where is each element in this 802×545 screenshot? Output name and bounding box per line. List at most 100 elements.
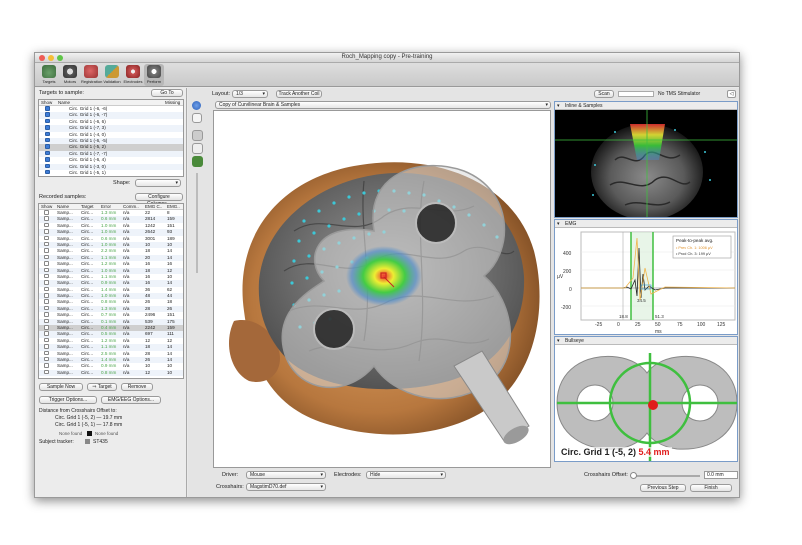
sample-now-button[interactable]: Sample Now xyxy=(39,383,83,391)
sample-show-checkbox[interactable] xyxy=(44,318,49,324)
target-show-checkbox[interactable] xyxy=(45,163,50,169)
configure-columns-button[interactable]: Configure Columns... xyxy=(135,193,183,207)
toolbar-registration-button[interactable]: Registration xyxy=(81,64,102,86)
sample-show-checkbox[interactable] xyxy=(44,337,49,343)
y-tick: 200 xyxy=(563,269,572,275)
target-button[interactable]: ⇒ Target xyxy=(87,383,117,391)
sample-show-checkbox[interactable] xyxy=(44,254,49,260)
mri-slice xyxy=(555,110,737,217)
layout-select[interactable]: 1/3 xyxy=(232,90,268,98)
sample-show-checkbox[interactable] xyxy=(44,299,49,304)
sample-show-checkbox[interactable] xyxy=(44,369,49,375)
sample-show-checkbox[interactable] xyxy=(44,261,49,266)
targets-list[interactable]: Show Name Missing Circ. Grid 1 (-6, -6) C… xyxy=(38,99,184,177)
sample-show-checkbox[interactable] xyxy=(44,331,49,336)
toolbar-motors-button[interactable]: Motors xyxy=(60,64,80,86)
toolbar-electrodes-button[interactable]: Electrodes xyxy=(123,64,143,86)
toolbar-label: Targets xyxy=(42,79,56,84)
marker-a-label: 18.8 xyxy=(619,314,628,319)
sample-show-checkbox[interactable] xyxy=(44,241,49,247)
sample-target: Circ... xyxy=(81,369,93,375)
sample-show-checkbox[interactable] xyxy=(44,273,49,279)
view-select[interactable]: Copy of Curvilinear Brain & Samples xyxy=(215,101,551,109)
driver-select[interactable]: Mouse xyxy=(246,471,326,479)
bullseye-panel[interactable]: ▾ Bullseye Circ. Grid 1 (-5, 2) 5.4 mm xyxy=(554,336,738,462)
target-show-checkbox[interactable] xyxy=(45,112,50,117)
sample-show-checkbox[interactable] xyxy=(44,235,49,241)
crosshairs-select[interactable]: MagstimD70.def xyxy=(246,483,326,491)
zoom-tool-icon[interactable] xyxy=(192,143,203,154)
sample-show-checkbox[interactable] xyxy=(44,248,49,253)
crosshairs-label: Crosshairs: xyxy=(216,484,244,490)
offset-slider[interactable] xyxy=(632,475,700,477)
target-row[interactable]: Circ. Grid 1 (-5, 1) xyxy=(39,169,183,176)
target-show-checkbox[interactable] xyxy=(45,131,50,137)
toolbar-targets-button[interactable]: Targets xyxy=(39,64,59,86)
sample-show-checkbox[interactable] xyxy=(44,363,49,368)
opacity-slider[interactable] xyxy=(196,173,198,273)
target-show-checkbox[interactable] xyxy=(45,157,50,162)
remove-button[interactable]: Remove xyxy=(121,383,153,391)
shape-label: Shape: xyxy=(113,180,131,186)
sample-show-checkbox[interactable] xyxy=(44,293,49,298)
target-show-checkbox[interactable] xyxy=(45,106,50,111)
goto-button[interactable]: Go To xyxy=(151,89,183,97)
brain-scene xyxy=(229,162,540,445)
inline-panel[interactable]: ▾ Inline & Samples xyxy=(554,101,738,218)
sample-show-checkbox[interactable] xyxy=(44,267,49,273)
sample-row[interactable]: Samp... Circ... 0.8 mm n/a 12 10 xyxy=(39,369,183,377)
target-show-checkbox[interactable] xyxy=(45,125,50,130)
emg-select[interactable]: EMG xyxy=(565,220,576,228)
inline-header: ▾ Inline & Samples xyxy=(555,102,737,110)
y-axis-label: µV xyxy=(557,274,564,280)
y-tick: 400 xyxy=(563,251,572,257)
registration-icon xyxy=(84,65,98,78)
x-axis-label: ms xyxy=(655,329,662,335)
sample-show-checkbox[interactable] xyxy=(44,216,49,221)
sample-show-checkbox[interactable] xyxy=(44,356,49,362)
sample-show-checkbox[interactable] xyxy=(44,325,49,330)
toolbar-label: Validation xyxy=(103,79,121,84)
samples-table[interactable]: Show Name Target Error Comm.. EMG C.. EM… xyxy=(38,203,184,379)
target-show-checkbox[interactable] xyxy=(45,137,50,143)
finish-button[interactable]: Finish xyxy=(690,484,732,492)
sample-show-checkbox[interactable] xyxy=(44,305,49,311)
sample-show-checkbox[interactable] xyxy=(44,312,49,317)
offset-slider-thumb[interactable] xyxy=(630,472,637,479)
recorded-samples-label: Recorded samples: xyxy=(39,194,87,200)
sample-show-checkbox[interactable] xyxy=(44,286,49,292)
toolbar-perform-button[interactable]: Perform xyxy=(144,64,164,86)
target-show-checkbox[interactable] xyxy=(45,150,50,156)
offset-field[interactable]: 0.0 mm xyxy=(704,471,738,479)
brain-view-icon[interactable] xyxy=(192,156,203,167)
sample-show-checkbox[interactable] xyxy=(44,344,49,349)
previous-step-button[interactable]: Previous Step xyxy=(640,484,686,492)
panel-toggle-button[interactable]: ◁ xyxy=(727,90,736,98)
sample-show-checkbox[interactable] xyxy=(44,222,49,228)
sample-show-checkbox[interactable] xyxy=(44,229,49,234)
expand-icon[interactable] xyxy=(192,113,202,123)
legend-title: Peak-to-peak avg. xyxy=(676,238,713,243)
sample-show-checkbox[interactable] xyxy=(44,280,49,285)
pointer-tool-icon[interactable] xyxy=(192,130,203,141)
trigger-options-button[interactable]: Trigger Options... xyxy=(39,396,97,404)
electrodes-select[interactable]: Hide xyxy=(366,471,446,479)
emg-options-button[interactable]: EMG/EEG Options... xyxy=(101,396,161,404)
scan-button[interactable]: Scan xyxy=(594,90,614,98)
inline-select[interactable]: Inline & Samples xyxy=(565,102,603,110)
sample-show-checkbox[interactable] xyxy=(44,350,49,356)
crosshairs-offset-label: Crosshairs Offset: xyxy=(584,472,628,478)
emg-panel[interactable]: ▾ EMG 400 200 0 -200 µV -25 0 25 50 75 1… xyxy=(554,219,738,335)
toolbar-validation-button[interactable]: Validation xyxy=(102,64,122,86)
distance-label: Distance from Crosshairs Offset to: xyxy=(39,408,117,414)
info-icon[interactable] xyxy=(192,101,201,110)
shape-select[interactable] xyxy=(135,179,181,187)
bullseye-select[interactable]: Bullseye xyxy=(565,337,584,345)
sample-show-checkbox[interactable] xyxy=(44,210,49,215)
target-show-checkbox[interactable] xyxy=(45,169,50,175)
target-show-checkbox[interactable] xyxy=(45,118,50,124)
target-show-checkbox[interactable] xyxy=(45,144,50,149)
targets-icon xyxy=(42,65,56,78)
brain-viewport[interactable] xyxy=(213,110,551,468)
track-coil-button[interactable]: Track Another Coil xyxy=(276,90,322,98)
